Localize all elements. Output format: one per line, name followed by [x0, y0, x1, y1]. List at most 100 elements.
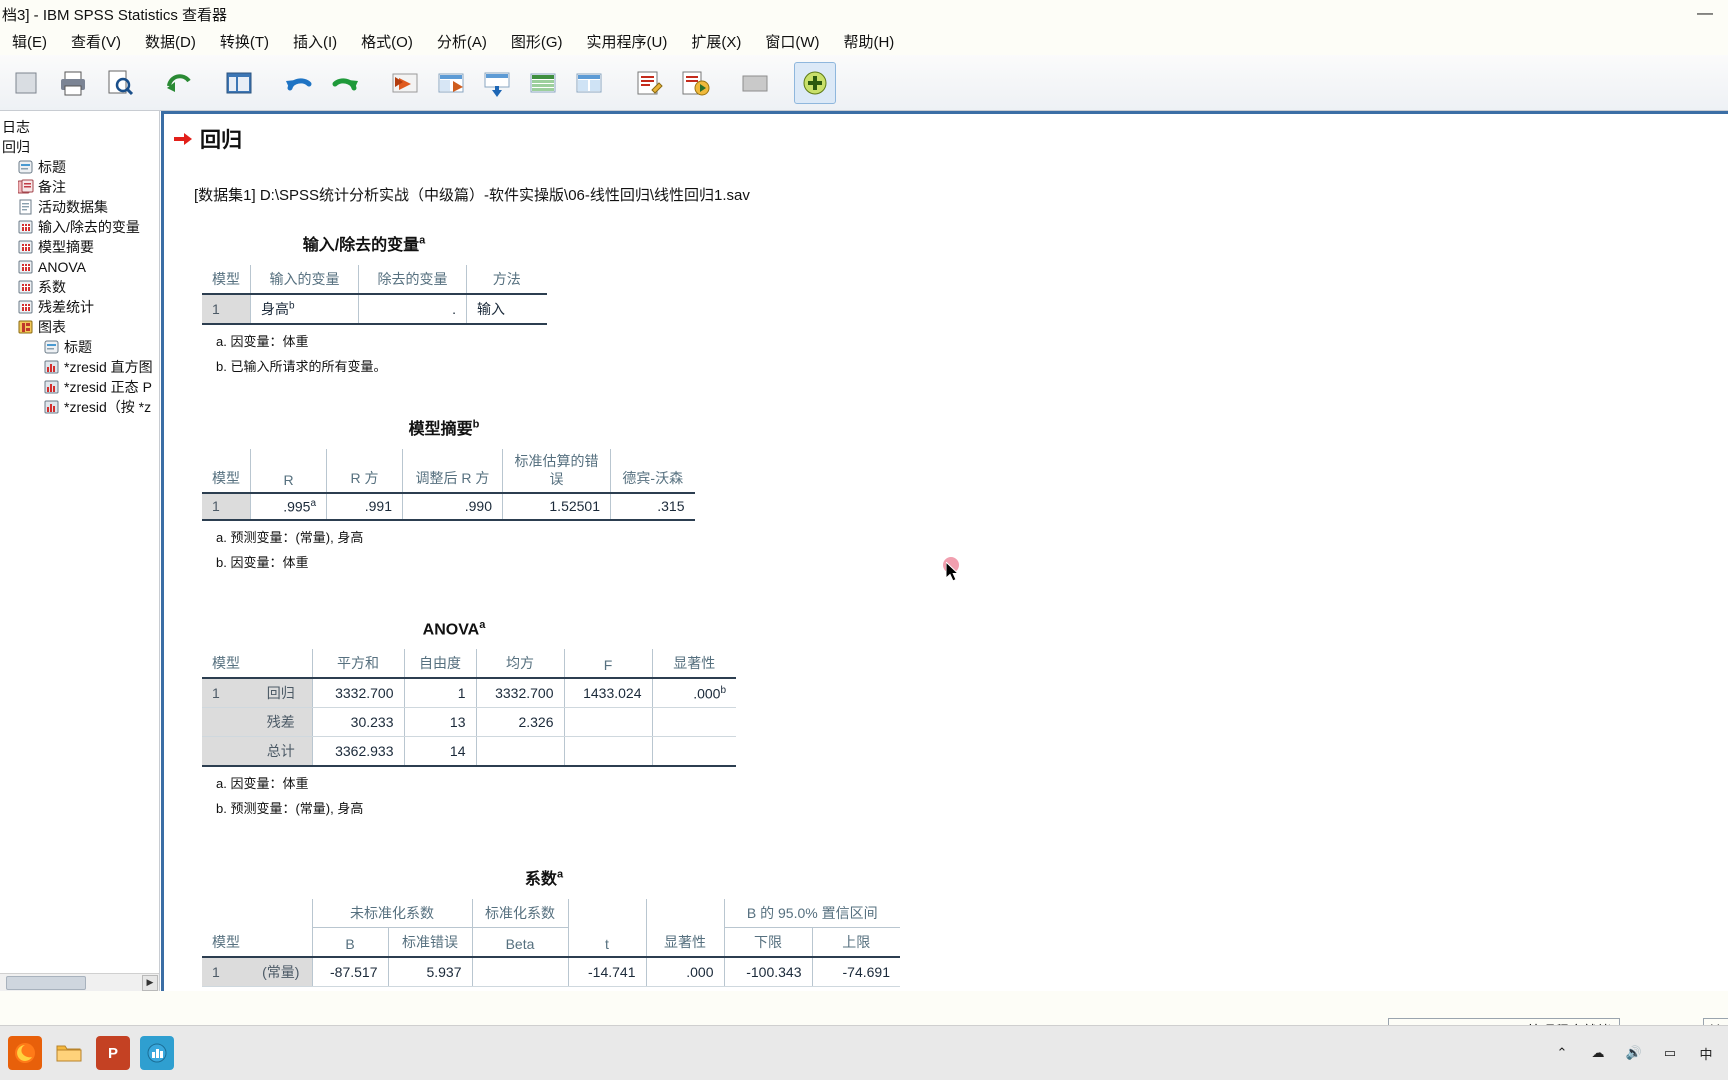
outline-item-chart-title[interactable]: 标题: [0, 337, 159, 357]
table-row[interactable]: 1 (常量) -87.517 5.937 -14.741 .000 -100.3…: [202, 956, 900, 987]
outline-item-label: *zresid（按 *z: [64, 399, 152, 415]
coefficients-table[interactable]: 未标准化系数 标准化系数 B 的 95.0% 置信区间 模型 B 标准错误 Be…: [202, 898, 900, 987]
cell-method: 输入: [466, 294, 547, 325]
split-file-button[interactable]: [568, 62, 610, 104]
col-header-std-error: 标准估算的错误: [502, 449, 611, 494]
cell-f: [563, 707, 652, 737]
add-note-button[interactable]: [794, 61, 836, 104]
cell-significance: .000b: [651, 677, 736, 708]
outline-item-charts[interactable]: 图表: [0, 317, 159, 337]
outline-item-label: 标题: [64, 339, 92, 355]
redo-button[interactable]: [324, 62, 366, 104]
outline-item-zresid-normal-pp[interactable]: *zresid 正态 P: [0, 377, 159, 397]
tray-show-hidden-icon[interactable]: ⌃: [1552, 1043, 1572, 1063]
outline-item-model-summary[interactable]: 模型摘要: [0, 237, 159, 257]
anova-table[interactable]: 模型 平方和 自由度 均方 F 显著性 1 回归 3332.700 1 3332…: [202, 648, 736, 767]
syntax-editor-button[interactable]: [628, 62, 670, 104]
menu-help[interactable]: 帮助(H): [831, 28, 906, 55]
outline-horizontal-scrollbar[interactable]: ▶: [0, 973, 159, 991]
outline-item-anova[interactable]: ANOVA: [0, 257, 159, 277]
taskbar-apps: P: [0, 1036, 174, 1070]
outline-item-label: 模型摘要: [38, 239, 94, 255]
goto-case-button[interactable]: [384, 62, 426, 104]
taskbar-file-explorer[interactable]: [52, 1036, 86, 1070]
variables-button[interactable]: [734, 62, 776, 104]
model-summary-title: 模型摘要b: [194, 415, 694, 439]
outline-item-title[interactable]: 标题: [0, 157, 159, 177]
run-button[interactable]: [674, 62, 716, 104]
menu-window[interactable]: 窗口(W): [753, 28, 831, 55]
col-header-model: 模型: [202, 265, 251, 295]
col-group-blank-3: [567, 898, 646, 928]
tray-cloud-icon[interactable]: ☁: [1588, 1043, 1608, 1063]
taskbar: P ⌃ ☁ 🔊 ▭ 中: [0, 1025, 1728, 1080]
taskbar-firefox[interactable]: [8, 1036, 42, 1070]
show-hide-button[interactable]: [522, 62, 564, 104]
outline-item-coefficients[interactable]: 系数: [0, 277, 159, 297]
outline-item-label: *zresid 正态 P: [64, 379, 152, 395]
outline-item-notes[interactable]: 备注: [0, 177, 159, 197]
minimize-button[interactable]: —: [1682, 0, 1728, 28]
variables-entered-removed-table[interactable]: 模型 输入的变量 除去的变量 方法 1 身高b . 输入: [202, 265, 547, 325]
dialog-recall-button[interactable]: [218, 62, 260, 104]
cell-lower-bound: -100.343: [723, 956, 812, 987]
col-group-unstandardized: 未标准化系数: [311, 898, 472, 928]
outline-item-log[interactable]: 日志: [0, 117, 159, 137]
table-row[interactable]: 1 回归 3332.700 1 3332.700 1433.024 .000b: [202, 677, 736, 708]
taskbar-powerpoint[interactable]: P: [96, 1036, 130, 1070]
menu-insert[interactable]: 插入(I): [281, 28, 349, 55]
tray-network-icon[interactable]: ▭: [1660, 1043, 1680, 1063]
insert-table-button[interactable]: [476, 62, 518, 104]
export-button[interactable]: [158, 62, 200, 104]
outline-item-variables-entered-removed[interactable]: 输入/除去的变量: [0, 217, 159, 237]
open-button[interactable]: [6, 62, 48, 104]
menu-utilities[interactable]: 实用程序(U): [575, 28, 680, 55]
outline-item-active-dataset[interactable]: 活动数据集: [0, 197, 159, 217]
output-viewer-pane[interactable]: 回归 [数据集1] D:\SPSS统计分析实战（中级篇）-软件实操版\06-线性…: [161, 111, 1728, 991]
col-header-sum-of-squares: 平方和: [311, 648, 404, 679]
model-summary-table[interactable]: 模型 R R 方 调整后 R 方 标准估算的错误 德宾-沃森 1 .995a .…: [202, 449, 695, 521]
outline-item-regression[interactable]: 回归: [0, 137, 159, 157]
cell-mean-square: 3332.700: [475, 677, 564, 708]
menu-edit[interactable]: 辑(E): [0, 28, 59, 55]
menu-analyze[interactable]: 分析(A): [425, 28, 499, 55]
menu-data[interactable]: 数据(D): [133, 28, 208, 55]
title-icon: [18, 159, 34, 175]
outline-item-residual-statistics[interactable]: 残差统计: [0, 297, 159, 317]
outline-tree[interactable]: 日志 回归 标题 备注 活动数据集 输入/除去的变量 模型摘要 ANOVA 系数…: [0, 111, 159, 417]
print-preview-button[interactable]: [98, 62, 140, 104]
menu-transform[interactable]: 转换(T): [208, 28, 281, 55]
table-row[interactable]: 残差 30.233 13 2.326: [202, 707, 736, 737]
print-button[interactable]: [52, 62, 94, 104]
undo-button[interactable]: [278, 62, 320, 104]
outline-item-zresid-scatter[interactable]: *zresid（按 *z: [0, 397, 159, 417]
outline-item-label: 输入/除去的变量: [38, 219, 140, 235]
menu-format[interactable]: 格式(O): [349, 28, 425, 55]
menu-extensions[interactable]: 扩展(X): [679, 28, 753, 55]
col-header-r: R: [250, 449, 327, 494]
red-arrow-icon: [174, 132, 192, 146]
menu-view[interactable]: 查看(V): [59, 28, 133, 55]
table-row[interactable]: 1 .995a .991 .990 1.52501 .315: [202, 493, 695, 521]
goto-variable-button[interactable]: [430, 62, 472, 104]
outline-item-label: 残差统计: [38, 299, 94, 315]
dataset-icon: [18, 199, 34, 215]
cell-model: [202, 707, 250, 737]
table-row[interactable]: 1 身高b . 输入: [202, 294, 547, 325]
tray-ime-icon[interactable]: 中: [1696, 1043, 1716, 1063]
footnote-b: b. 因变量：体重: [216, 554, 309, 570]
toolbar: [0, 55, 1728, 111]
output-document: 回归 [数据集1] D:\SPSS统计分析实战（中级篇）-软件实操版\06-线性…: [164, 124, 1728, 987]
table-row[interactable]: 总计 3362.933 14: [202, 736, 736, 767]
cell-term: (常量): [250, 956, 312, 987]
col-header-lower-bound: 下限: [723, 927, 812, 958]
scrollbar-thumb[interactable]: [6, 975, 86, 990]
scroll-right-arrow[interactable]: ▶: [142, 974, 158, 991]
outline-item-label: *zresid 直方图: [64, 359, 153, 375]
outline-pane[interactable]: 日志 回归 标题 备注 活动数据集 输入/除去的变量 模型摘要 ANOVA 系数…: [0, 111, 160, 991]
taskbar-spss[interactable]: [140, 1036, 174, 1070]
outline-item-zresid-histogram[interactable]: *zresid 直方图: [0, 357, 159, 377]
col-header-removed: 除去的变量: [358, 265, 467, 295]
tray-volume-icon[interactable]: 🔊: [1624, 1043, 1644, 1063]
menu-graphs[interactable]: 图形(G): [499, 28, 575, 55]
